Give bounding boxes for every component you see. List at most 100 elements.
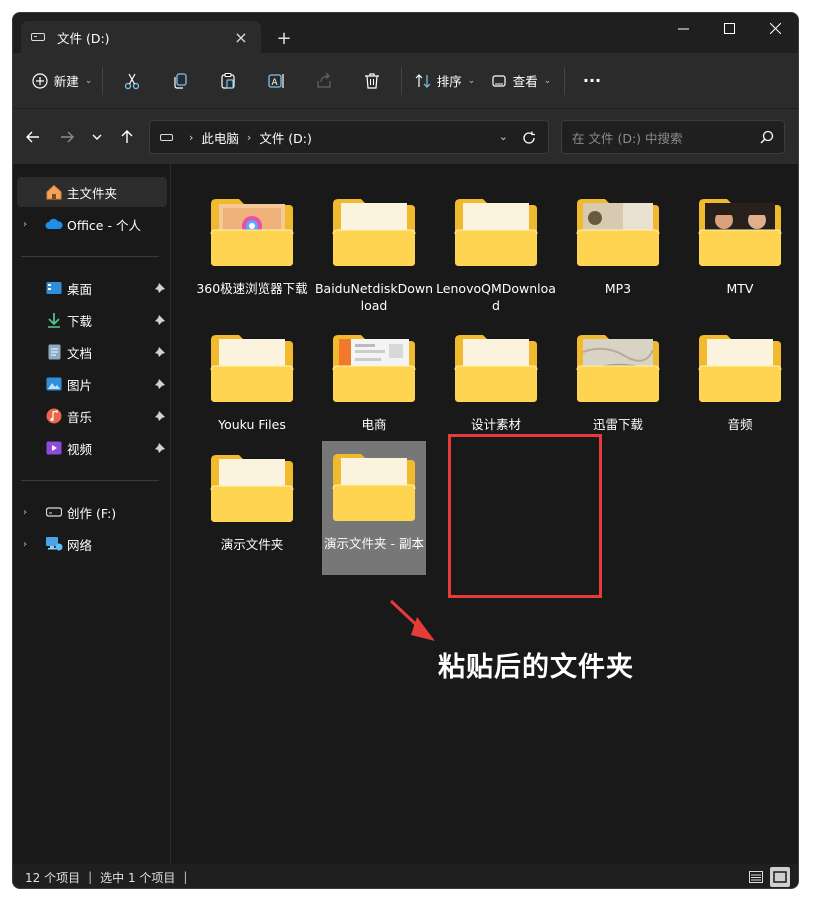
large-icons-view-button[interactable] [770,867,790,887]
sidebar-item-label: 下载 [67,313,93,329]
share-icon [317,72,331,88]
tab-drive-d[interactable]: 文件 (D:) × [21,21,261,53]
forward-button[interactable] [53,123,81,151]
folder-item[interactable]: Youku Files [191,322,313,452]
breadcrumb-this-pc[interactable]: 此电脑 [201,128,239,147]
sidebar-item-label: 创作 (F:) [67,505,117,521]
folder-icon [332,454,416,521]
large-icons-view-icon [773,871,787,883]
folder-item[interactable]: 360极速浏览器下载 [191,186,313,316]
window-controls [660,13,798,43]
sidebar-item-home[interactable]: 主文件夹 [17,177,167,207]
folder-item[interactable]: MP3 [557,186,679,316]
sidebar-item-downloads[interactable]: 下载 [17,305,167,335]
sidebar-item-network[interactable]: › 网络 [17,529,167,559]
share-button[interactable] [300,64,348,98]
pin-icon[interactable] [153,313,167,327]
folder-item[interactable]: LenovoQMDownload [435,186,557,316]
close-icon [769,22,781,34]
folder-item[interactable]: 迅雷下载 [557,322,679,452]
sidebar-item-music[interactable]: 音乐 [17,401,167,431]
sidebar-item-onedrive[interactable]: › Office - 个人 [17,209,167,239]
folder-item[interactable]: BaiduNetdiskDownload [313,186,435,316]
address-history-chevron-icon[interactable]: ⌄ [499,130,508,143]
view-button[interactable]: 查看 ⌄ [483,64,559,98]
up-button[interactable] [113,123,141,151]
folder-icon [576,199,660,266]
paste-icon [221,72,235,89]
search-box[interactable]: 在 文件 (D:) 中搜索 [561,120,785,154]
breadcrumb-drive-d[interactable]: 文件 (D:) [259,128,312,147]
pin-icon[interactable] [153,409,167,423]
folder-item[interactable]: 电商 [313,322,435,452]
folder-item[interactable]: 设计素材 [435,322,557,452]
sidebar-item-label: Office - 个人 [67,217,141,233]
details-view-button[interactable] [746,867,766,887]
folder-name: 演示文件夹 [220,537,284,552]
cut-button[interactable] [108,64,156,98]
folder-item[interactable]: 演示文件夹 [191,442,313,572]
chevron-down-icon: ⌄ [543,75,552,86]
maximize-icon [723,22,735,34]
delete-icon [365,72,379,89]
toolbar-divider [564,66,565,95]
folder-item-selected[interactable]: 演示文件夹 - 副本 [322,441,426,575]
sidebar-item-label: 桌面 [67,281,93,297]
new-button[interactable]: 新建 ⌄ [27,64,97,98]
paste-button[interactable] [204,64,252,98]
copy-icon [174,72,187,89]
chevron-down-icon [92,134,102,140]
rename-button[interactable]: A [252,64,300,98]
more-options-button[interactable]: ··· [570,64,614,98]
recent-locations-button[interactable] [83,123,111,151]
tab-close-icon[interactable]: × [231,27,251,47]
folder-name: 迅雷下载 [592,417,643,432]
pin-icon[interactable] [153,345,167,359]
folder-item[interactable]: 音频 [679,322,798,452]
sidebar-divider [21,480,159,481]
close-button[interactable] [752,13,798,43]
sidebar-item-documents[interactable]: 文档 [17,337,167,367]
address-bar[interactable]: › 此电脑 › 文件 (D:) ⌄ [149,120,549,154]
search-input[interactable]: 在 文件 (D:) 中搜索 [572,128,760,147]
sidebar-item-pictures[interactable]: 图片 [17,369,167,399]
item-count: 12 个项目 [25,870,81,885]
delete-button[interactable] [348,64,396,98]
arrow-right-icon [61,131,74,143]
arrow-left-icon [26,131,39,143]
chevron-right-icon[interactable]: › [23,219,35,230]
sidebar-item-desktop[interactable]: 桌面 [17,273,167,303]
copy-button[interactable] [156,64,204,98]
chevron-right-icon[interactable]: › [23,507,35,518]
sidebar-item-label: 图片 [67,377,93,393]
pin-icon[interactable] [153,377,167,391]
file-list-view: 360极速浏览器下载 BaiduNetdiskDownload LenovoQMDo… [172,164,798,864]
folder-name: 演示文件夹 - 副本 [324,536,424,551]
document-icon [45,343,63,361]
chevron-right-icon[interactable]: › [23,539,35,550]
folder-name: BaiduNetdiskDownload [314,281,434,313]
sidebar-item-drive-f[interactable]: › 创作 (F:) [17,497,167,527]
command-bar: 新建 ⌄ A 排序 ⌄ 查看 ⌄ ··· [13,53,798,108]
refresh-icon [523,131,535,144]
pin-icon[interactable] [153,441,167,455]
back-button[interactable] [19,123,47,151]
tab-label: 文件 (D:) [57,30,110,46]
view-icon [492,74,506,87]
pin-icon[interactable] [153,281,167,295]
new-label: 新建 [53,74,79,89]
maximize-button[interactable] [706,13,752,43]
view-label: 查看 [512,74,538,89]
folder-icon [210,199,294,266]
new-tab-button[interactable]: + [271,25,297,51]
sort-button[interactable]: 排序 ⌄ [407,64,483,98]
folder-name: MP3 [604,281,632,296]
refresh-button[interactable] [518,127,540,149]
minimize-button[interactable] [660,13,706,43]
sidebar-item-videos[interactable]: 视频 [17,433,167,463]
cut-icon [124,73,140,89]
add-icon [32,72,48,89]
folder-icon [576,335,660,402]
sidebar-item-label: 文档 [67,345,93,361]
folder-item[interactable]: MTV [679,186,798,316]
